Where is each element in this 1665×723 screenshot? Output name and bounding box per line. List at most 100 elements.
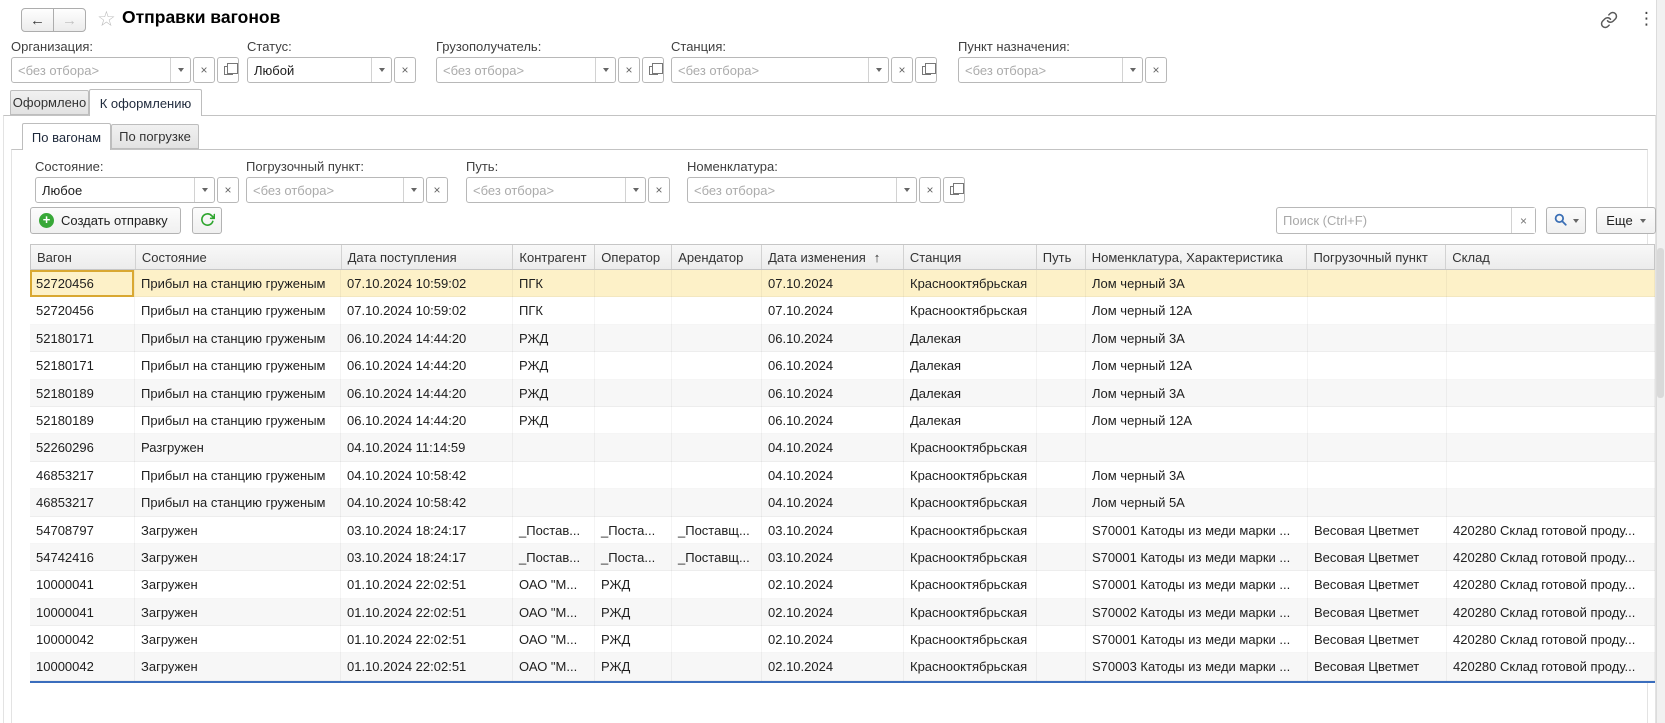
cell-lessee[interactable] bbox=[672, 297, 762, 324]
cell-arrival-date[interactable]: 06.10.2024 14:44:20 bbox=[341, 407, 513, 434]
cell-station[interactable]: Краснооктябрьская bbox=[904, 489, 1037, 516]
cell-track[interactable] bbox=[1037, 626, 1086, 653]
cell-arrival-date[interactable]: 01.10.2024 22:02:51 bbox=[341, 653, 513, 680]
cell-counterparty[interactable]: РЖД bbox=[513, 407, 595, 434]
cell-arrival-date[interactable]: 06.10.2024 14:44:20 bbox=[341, 380, 513, 407]
cell-operator[interactable] bbox=[595, 352, 672, 379]
cell-counterparty[interactable]: ОАО "М... bbox=[513, 626, 595, 653]
clear-filter-button[interactable]: × bbox=[919, 177, 941, 203]
cell-station[interactable]: Далекая bbox=[904, 380, 1037, 407]
filter-combo-track[interactable]: <без отбора> bbox=[466, 177, 646, 203]
cell-counterparty[interactable]: ПГК bbox=[513, 270, 595, 297]
cell-station[interactable]: Краснооктябрьская bbox=[904, 434, 1037, 461]
cell-loading-point[interactable] bbox=[1308, 489, 1447, 516]
cell-warehouse[interactable] bbox=[1447, 297, 1655, 324]
cell-counterparty[interactable]: ОАО "М... bbox=[513, 653, 595, 680]
tab-by-loading[interactable]: По погрузке bbox=[111, 124, 199, 149]
cell-lessee[interactable]: _Поставщ... bbox=[672, 544, 762, 571]
cell-station[interactable]: Далекая bbox=[904, 407, 1037, 434]
cell-operator[interactable] bbox=[595, 407, 672, 434]
cell-nomenclature[interactable]: Лом черный 3А bbox=[1086, 325, 1308, 352]
cell-counterparty[interactable]: РЖД bbox=[513, 352, 595, 379]
cell-track[interactable] bbox=[1037, 571, 1086, 598]
cell-state[interactable]: Загружен bbox=[135, 653, 341, 680]
cell-loading-point[interactable]: Весовая Цветмет bbox=[1308, 517, 1447, 544]
cell-station[interactable]: Краснооктябрьская bbox=[904, 599, 1037, 626]
cell-arrival-date[interactable]: 01.10.2024 22:02:51 bbox=[341, 626, 513, 653]
table-row[interactable]: 46853217Прибыл на станцию груженым04.10.… bbox=[30, 462, 1655, 489]
clear-filter-button[interactable]: × bbox=[648, 177, 670, 203]
cell-wagon[interactable]: 46853217 bbox=[30, 462, 135, 489]
cell-track[interactable] bbox=[1037, 270, 1086, 297]
table-row[interactable]: 10000041Загружен01.10.2024 22:02:51ОАО "… bbox=[30, 571, 1655, 598]
cell-lessee[interactable] bbox=[672, 270, 762, 297]
cell-nomenclature[interactable]: S70003 Катоды из меди марки ... bbox=[1086, 653, 1308, 680]
back-button[interactable]: ← bbox=[21, 8, 54, 32]
cell-arrival-date[interactable]: 03.10.2024 18:24:17 bbox=[341, 517, 513, 544]
cell-counterparty[interactable]: ОАО "М... bbox=[513, 571, 595, 598]
search-button[interactable] bbox=[1546, 207, 1586, 234]
cell-track[interactable] bbox=[1037, 352, 1086, 379]
cell-wagon[interactable]: 10000042 bbox=[30, 626, 135, 653]
cell-state[interactable]: Загружен bbox=[135, 626, 341, 653]
cell-modified-date[interactable]: 07.10.2024 bbox=[762, 297, 904, 324]
cell-operator[interactable] bbox=[595, 270, 672, 297]
cell-counterparty[interactable]: РЖД bbox=[513, 325, 595, 352]
dropdown-arrow-button[interactable] bbox=[595, 58, 615, 82]
cell-warehouse[interactable]: 420280 Склад готовой проду... bbox=[1447, 653, 1655, 680]
table-row[interactable]: 52180171Прибыл на станцию груженым06.10.… bbox=[30, 352, 1655, 379]
table-row[interactable]: 10000042Загружен01.10.2024 22:02:51ОАО "… bbox=[30, 626, 1655, 653]
clear-filter-button[interactable]: × bbox=[426, 177, 448, 203]
dropdown-arrow-button[interactable] bbox=[625, 178, 645, 202]
cell-track[interactable] bbox=[1037, 380, 1086, 407]
cell-nomenclature[interactable]: S70001 Катоды из меди марки ... bbox=[1086, 517, 1308, 544]
cell-warehouse[interactable] bbox=[1447, 380, 1655, 407]
clear-filter-button[interactable]: × bbox=[891, 57, 913, 83]
column-header-wagon[interactable]: Вагон bbox=[31, 245, 136, 269]
cell-operator[interactable] bbox=[595, 380, 672, 407]
cell-modified-date[interactable]: 07.10.2024 bbox=[762, 270, 904, 297]
cell-counterparty[interactable] bbox=[513, 434, 595, 461]
search-input[interactable] bbox=[1277, 208, 1511, 233]
cell-wagon[interactable]: 52180189 bbox=[30, 407, 135, 434]
table-row[interactable]: 52720456Прибыл на станцию груженым07.10.… bbox=[30, 270, 1655, 297]
cell-station[interactable]: Краснооктябрьская bbox=[904, 653, 1037, 680]
cell-warehouse[interactable]: 420280 Склад готовой проду... bbox=[1447, 517, 1655, 544]
choose-button[interactable] bbox=[915, 57, 937, 83]
cell-lessee[interactable] bbox=[672, 325, 762, 352]
cell-counterparty[interactable]: _Постав... bbox=[513, 544, 595, 571]
cell-loading-point[interactable] bbox=[1308, 297, 1447, 324]
cell-state[interactable]: Разгружен bbox=[135, 434, 341, 461]
cell-operator[interactable]: _Поста... bbox=[595, 544, 672, 571]
cell-modified-date[interactable]: 03.10.2024 bbox=[762, 517, 904, 544]
cell-nomenclature[interactable]: Лом черный 3А bbox=[1086, 270, 1308, 297]
choose-button[interactable] bbox=[642, 57, 664, 83]
dropdown-arrow-button[interactable] bbox=[170, 58, 190, 82]
filter-combo-destination[interactable]: <без отбора> bbox=[958, 57, 1143, 83]
cell-loading-point[interactable] bbox=[1308, 407, 1447, 434]
cell-lessee[interactable] bbox=[672, 380, 762, 407]
cell-operator[interactable] bbox=[595, 297, 672, 324]
cell-loading-point[interactable]: Весовая Цветмет bbox=[1308, 626, 1447, 653]
cell-arrival-date[interactable]: 04.10.2024 10:58:42 bbox=[341, 489, 513, 516]
cell-state[interactable]: Загружен bbox=[135, 544, 341, 571]
cell-operator[interactable]: _Поста... bbox=[595, 517, 672, 544]
scrollbar-thumb[interactable] bbox=[1657, 248, 1664, 398]
cell-loading-point[interactable] bbox=[1308, 434, 1447, 461]
cell-track[interactable] bbox=[1037, 653, 1086, 680]
create-shipment-button[interactable]: + Создать отправку bbox=[30, 207, 181, 234]
cell-track[interactable] bbox=[1037, 599, 1086, 626]
choose-button[interactable] bbox=[217, 57, 239, 83]
cell-warehouse[interactable] bbox=[1447, 325, 1655, 352]
cell-station[interactable]: Краснооктябрьская bbox=[904, 571, 1037, 598]
cell-warehouse[interactable] bbox=[1447, 434, 1655, 461]
cell-station[interactable]: Краснооктябрьская bbox=[904, 297, 1037, 324]
cell-wagon[interactable]: 52720456 bbox=[30, 297, 135, 324]
cell-modified-date[interactable]: 04.10.2024 bbox=[762, 462, 904, 489]
cell-loading-point[interactable] bbox=[1308, 462, 1447, 489]
cell-lessee[interactable] bbox=[672, 434, 762, 461]
cell-wagon[interactable]: 52180189 bbox=[30, 380, 135, 407]
cell-state[interactable]: Загружен bbox=[135, 599, 341, 626]
tab-issued[interactable]: Оформлено bbox=[10, 90, 89, 115]
cell-arrival-date[interactable]: 07.10.2024 10:59:02 bbox=[341, 297, 513, 324]
